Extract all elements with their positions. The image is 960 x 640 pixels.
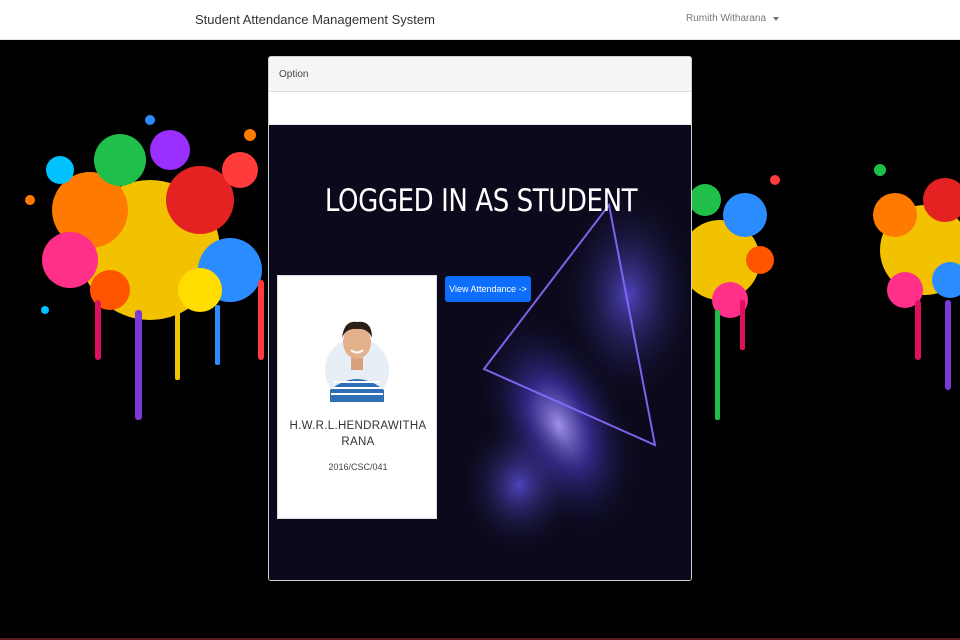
user-dropdown[interactable]: Rumith Witharana	[686, 13, 780, 24]
student-id: 2016/CSC/041	[328, 462, 388, 472]
user-name: Rumith Witharana	[686, 13, 767, 24]
option-card: Option LOGGED IN AS STUDENT H.W.R.L.HEND…	[268, 56, 692, 581]
profile-card: H.W.R.L.HENDRAWITHARANA 2016/CSC/041	[277, 275, 437, 519]
top-navbar: Student Attendance Management System Rum…	[0, 0, 960, 40]
brand-title[interactable]: Student Attendance Management System	[195, 12, 435, 27]
student-avatar-icon	[325, 321, 389, 402]
caret-down-icon	[773, 16, 780, 21]
student-name: H.W.R.L.HENDRAWITHARANA	[289, 420, 427, 448]
student-hero: LOGGED IN AS STUDENT H.W.R.L.HENDRAWITHA…	[269, 125, 691, 580]
card-spacer	[269, 92, 691, 125]
view-attendance-button[interactable]: View Attendance ->	[445, 276, 531, 302]
hero-title: LOGGED IN AS STUDENT	[324, 183, 638, 219]
card-header: Option	[269, 57, 691, 92]
